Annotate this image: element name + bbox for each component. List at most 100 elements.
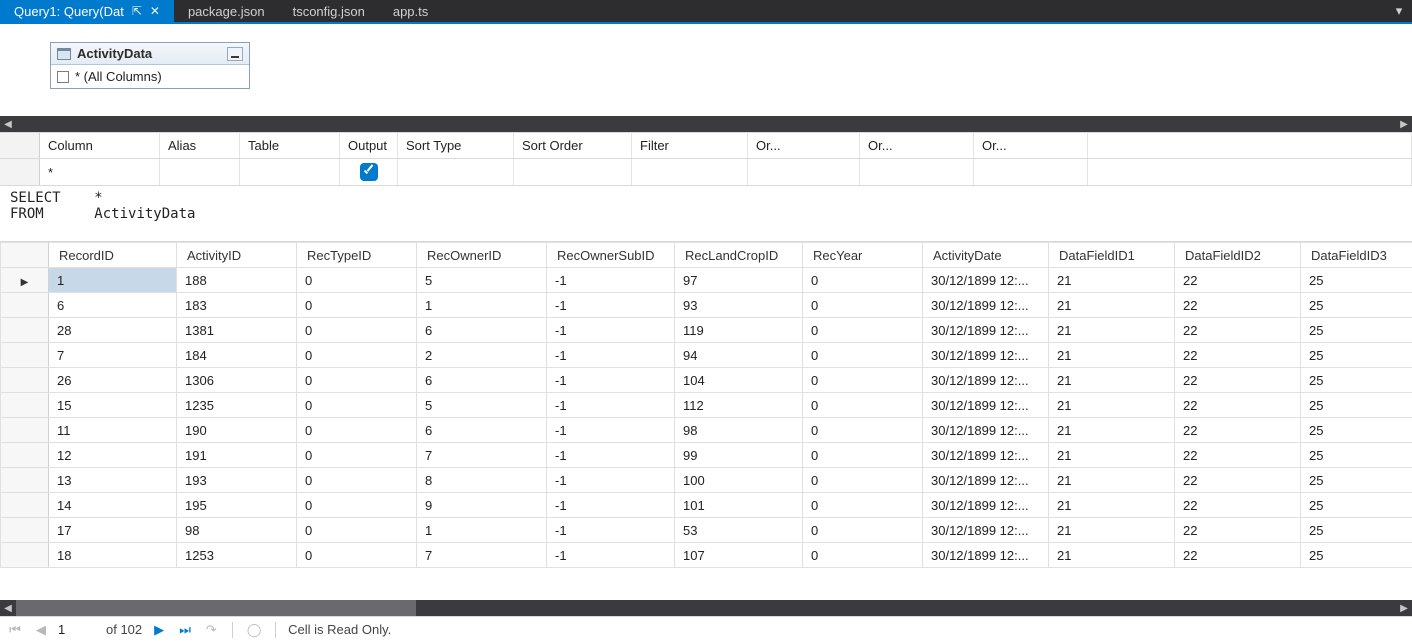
cell[interactable]: 30/12/1899 12:... (923, 418, 1049, 443)
cell[interactable]: 193 (177, 468, 297, 493)
scroll-right-icon[interactable]: ▶ (1396, 116, 1412, 132)
results-col-header[interactable]: RecTypeID (297, 243, 417, 268)
sql-pane[interactable]: SELECT * FROM ActivityData (0, 186, 1412, 242)
row-selector[interactable] (1, 443, 49, 468)
table-row[interactable]: 718402-194030/12/1899 12:...212225 (1, 343, 1412, 368)
cell[interactable]: 22 (1175, 293, 1301, 318)
cell[interactable]: 25 (1301, 468, 1412, 493)
cell[interactable]: 13 (49, 468, 177, 493)
results-col-header[interactable]: DataFieldID3 (1301, 243, 1412, 268)
table-widget-header[interactable]: ActivityData (51, 43, 249, 65)
results-col-header[interactable]: RecOwnerID (417, 243, 547, 268)
cell[interactable]: 1 (417, 518, 547, 543)
cell[interactable]: 1306 (177, 368, 297, 393)
cell[interactable]: 0 (803, 543, 923, 568)
cell[interactable]: -1 (547, 493, 675, 518)
row-selector[interactable] (1, 493, 49, 518)
all-columns-checkbox[interactable] (57, 71, 69, 83)
row-selector[interactable] (1, 268, 49, 293)
cell[interactable]: 26 (49, 368, 177, 393)
cell[interactable]: 18 (49, 543, 177, 568)
row-selector[interactable] (1, 293, 49, 318)
cell[interactable]: 22 (1175, 368, 1301, 393)
results-header-row[interactable]: RecordID ActivityID RecTypeID RecOwnerID… (1, 243, 1412, 268)
cell[interactable]: 21 (1049, 368, 1175, 393)
cell[interactable]: 0 (297, 368, 417, 393)
cell[interactable]: 30/12/1899 12:... (923, 518, 1049, 543)
table-row[interactable]: 26130606-1104030/12/1899 12:...212225 (1, 368, 1412, 393)
tab-app-ts[interactable]: app.ts (379, 0, 442, 22)
cell[interactable]: 21 (1049, 468, 1175, 493)
cell[interactable]: 22 (1175, 343, 1301, 368)
cell[interactable]: 22 (1175, 418, 1301, 443)
table-widget-body[interactable]: * (All Columns) (51, 65, 249, 88)
cell[interactable]: 30/12/1899 12:... (923, 393, 1049, 418)
cell[interactable]: 0 (803, 493, 923, 518)
table-row[interactable]: 15123505-1112030/12/1899 12:...212225 (1, 393, 1412, 418)
results-col-header[interactable]: ActivityID (177, 243, 297, 268)
cell[interactable]: 25 (1301, 518, 1412, 543)
cell[interactable]: 30/12/1899 12:... (923, 318, 1049, 343)
tab-query1[interactable]: Query1: Query(Dat ⇱ ✕ (0, 0, 174, 22)
criteria-cell-or2[interactable] (860, 159, 974, 185)
cell[interactable]: 25 (1301, 493, 1412, 518)
cell[interactable]: 28 (49, 318, 177, 343)
cell[interactable]: 97 (675, 268, 803, 293)
criteria-col-or2[interactable]: Or... (860, 133, 974, 158)
results-col-header[interactable]: RecordID (49, 243, 177, 268)
cell[interactable]: -1 (547, 318, 675, 343)
cell[interactable]: 0 (803, 268, 923, 293)
cell[interactable]: 30/12/1899 12:... (923, 443, 1049, 468)
scroll-left-icon[interactable]: ◀ (0, 600, 16, 616)
criteria-col-table[interactable]: Table (240, 133, 340, 158)
cell[interactable]: 1253 (177, 543, 297, 568)
cell[interactable]: 7 (417, 543, 547, 568)
cell[interactable]: 21 (1049, 418, 1175, 443)
cell[interactable]: 0 (297, 393, 417, 418)
cell[interactable]: 25 (1301, 443, 1412, 468)
cell[interactable]: 6 (417, 418, 547, 443)
cell[interactable]: 6 (49, 293, 177, 318)
cell[interactable]: 7 (49, 343, 177, 368)
criteria-col-output[interactable]: Output (340, 133, 398, 158)
tab-overflow-dropdown[interactable]: ▾ (1386, 0, 1412, 22)
cell[interactable]: 195 (177, 493, 297, 518)
criteria-data-row[interactable]: * (0, 159, 1412, 185)
cell[interactable]: -1 (547, 418, 675, 443)
cell[interactable]: 0 (803, 293, 923, 318)
cell[interactable]: 93 (675, 293, 803, 318)
cell[interactable]: 21 (1049, 343, 1175, 368)
criteria-cell-output[interactable] (340, 159, 398, 185)
cell[interactable]: 191 (177, 443, 297, 468)
cell[interactable]: 30/12/1899 12:... (923, 268, 1049, 293)
cell[interactable]: 22 (1175, 268, 1301, 293)
table-row[interactable]: 179801-153030/12/1899 12:...212225 (1, 518, 1412, 543)
cell[interactable]: 21 (1049, 518, 1175, 543)
cell[interactable]: 1381 (177, 318, 297, 343)
cell[interactable]: 0 (297, 318, 417, 343)
cell[interactable]: 0 (803, 318, 923, 343)
row-selector[interactable] (1, 468, 49, 493)
cell[interactable]: -1 (547, 393, 675, 418)
cell[interactable]: 0 (297, 293, 417, 318)
cell[interactable]: 112 (675, 393, 803, 418)
cell[interactable]: 0 (297, 493, 417, 518)
cell[interactable]: 101 (675, 493, 803, 518)
cell[interactable]: 14 (49, 493, 177, 518)
results-col-header[interactable]: ActivityDate (923, 243, 1049, 268)
cell[interactable]: 21 (1049, 293, 1175, 318)
nav-last-button[interactable]: ⏭ (176, 621, 194, 639)
row-selector[interactable] (1, 318, 49, 343)
cell[interactable]: 5 (417, 393, 547, 418)
cell[interactable]: 11 (49, 418, 177, 443)
cell[interactable]: 25 (1301, 343, 1412, 368)
cell[interactable]: 7 (417, 443, 547, 468)
cell[interactable]: 30/12/1899 12:... (923, 368, 1049, 393)
cell[interactable]: 94 (675, 343, 803, 368)
results-col-header[interactable]: DataFieldID1 (1049, 243, 1175, 268)
cell[interactable]: 0 (803, 443, 923, 468)
cell[interactable]: 119 (675, 318, 803, 343)
row-selector[interactable] (1, 368, 49, 393)
cell[interactable]: 21 (1049, 443, 1175, 468)
cell[interactable]: 0 (803, 518, 923, 543)
